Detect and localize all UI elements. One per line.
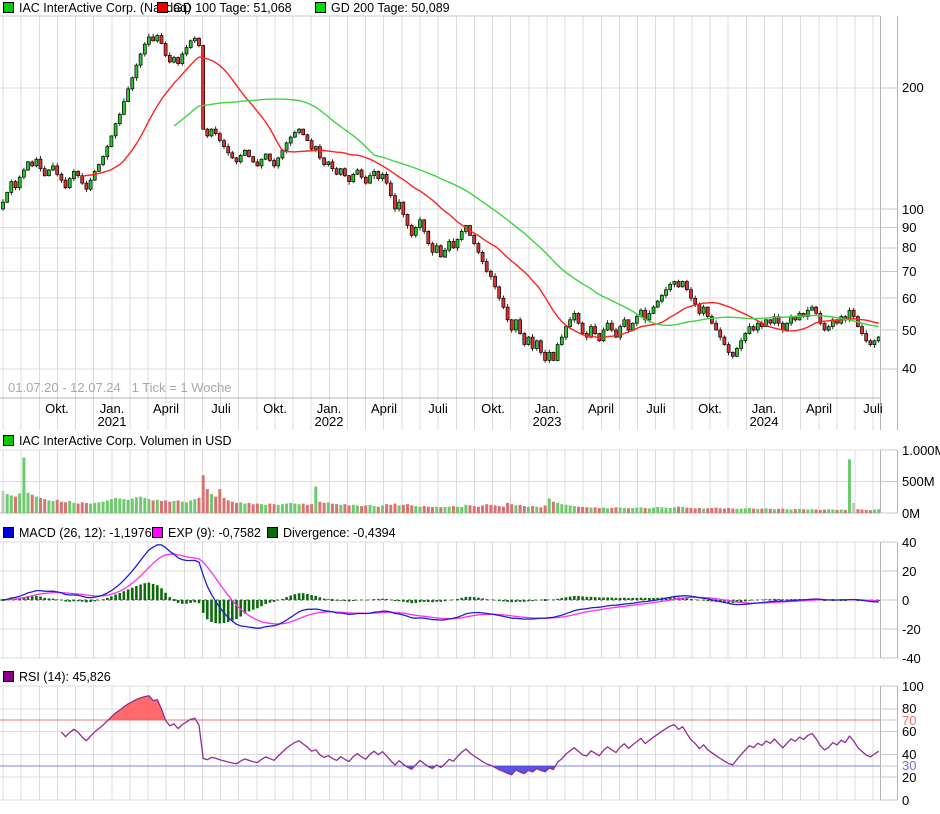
legend-item-macd: MACD (26, 12): -1,1976	[3, 526, 152, 540]
legend-macd: MACD (26, 12): -1,1976 EXP (9): -0,7582 …	[0, 526, 940, 540]
exp-swatch	[152, 527, 163, 538]
gd100-swatch	[157, 2, 168, 13]
legend-item-rsi: RSI (14): 45,826	[3, 670, 111, 684]
legend-item-divergence: Divergence: -0,4394	[267, 526, 396, 540]
divergence-label: Divergence: -0,4394	[283, 526, 396, 540]
charts-canvas	[0, 0, 940, 814]
legend-item-gd200: GD 200 Tage: 50,089	[315, 1, 450, 15]
exp-label: EXP (9): -0,7582	[168, 526, 261, 540]
period-footnote: 01.07.20 - 12.07.24 1 Tick = 1 Woche	[8, 380, 231, 395]
legend-item-exp: EXP (9): -0,7582	[152, 526, 261, 540]
gd200-swatch	[315, 2, 326, 13]
volume-series-label: IAC InterActive Corp. Volumen in USD	[19, 434, 232, 448]
volume-series-swatch	[3, 435, 14, 446]
price-series-swatch	[3, 2, 14, 13]
rsi-label: RSI (14): 45,826	[19, 670, 111, 684]
legend-rsi: RSI (14): 45,826	[0, 670, 940, 684]
legend-item-volume: IAC InterActive Corp. Volumen in USD	[3, 434, 232, 448]
stock-chart-window: 2001009080706050401.000M500M0M40200-20-4…	[0, 0, 940, 814]
legend-item-gd100: GD 100 Tage: 51,068	[157, 1, 292, 15]
macd-label: MACD (26, 12): -1,1976	[19, 526, 152, 540]
gd200-label: GD 200 Tage: 50,089	[331, 1, 450, 15]
rsi-swatch	[3, 671, 14, 682]
legend-volume: IAC InterActive Corp. Volumen in USD	[0, 434, 940, 448]
macd-swatch	[3, 527, 14, 538]
legend-main: IAC InterActive Corp. (Nasdaq) GD 100 Ta…	[0, 1, 940, 15]
divergence-swatch	[267, 527, 278, 538]
gd100-label: GD 100 Tage: 51,068	[173, 1, 292, 15]
